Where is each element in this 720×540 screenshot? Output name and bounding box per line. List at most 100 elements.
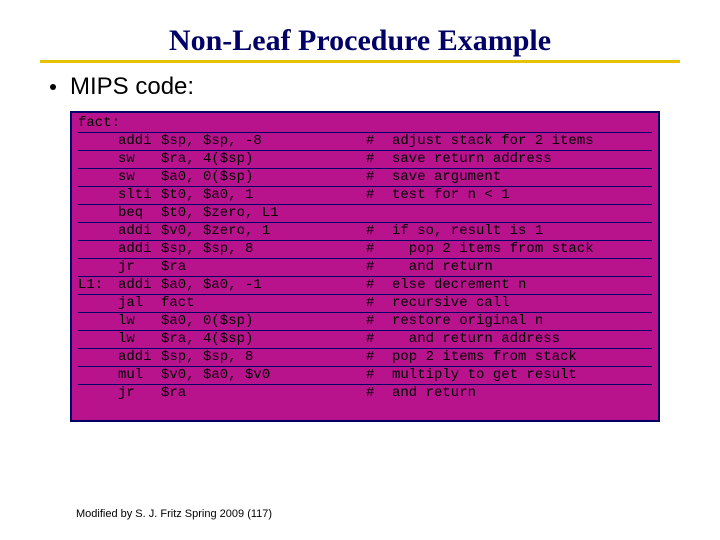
code-line: addi$sp, $sp, 8#pop 2 items from stack — [78, 349, 652, 367]
comment-hash: # — [306, 133, 386, 150]
code-args: $t0, $zero, L1 — [161, 205, 306, 222]
code-args: $sp, $sp, 8 — [161, 349, 306, 366]
code-comment — [386, 115, 652, 132]
code-label — [78, 223, 118, 240]
code-comment: and return address — [386, 331, 652, 348]
code-line: L1:addi$a0, $a0, -1#else decrement n — [78, 277, 652, 295]
code-op: addi — [118, 223, 161, 240]
code-line: addi$sp, $sp, 8# pop 2 items from stack — [78, 241, 652, 259]
code-args: $t0, $a0, 1 — [161, 187, 306, 204]
code-args: $a0, 0($sp) — [161, 169, 306, 186]
code-label: fact: — [78, 115, 118, 132]
code-label — [78, 205, 118, 222]
code-line: fact: — [78, 115, 652, 133]
code-comment: adjust stack for 2 items — [386, 133, 652, 150]
code-label: L1: — [78, 277, 118, 294]
code-line: jr$ra#and return — [78, 385, 652, 402]
code-line: addi$sp, $sp, -8#adjust stack for 2 item… — [78, 133, 652, 151]
code-label — [78, 151, 118, 168]
code-op: addi — [118, 133, 161, 150]
code-comment: restore original n — [386, 313, 652, 330]
code-comment: save argument — [386, 169, 652, 186]
code-line: sw$ra, 4($sp)#save return address — [78, 151, 652, 169]
code-label — [78, 331, 118, 348]
code-comment: test for n < 1 — [386, 187, 652, 204]
code-label — [78, 133, 118, 150]
slide-title: Non-Leaf Procedure Example — [40, 24, 680, 58]
code-label — [78, 385, 118, 402]
code-args: fact — [161, 295, 306, 312]
code-line: jr$ra# and return — [78, 259, 652, 277]
code-comment: recursive call — [386, 295, 652, 312]
code-op: jal — [118, 295, 161, 312]
code-label — [78, 169, 118, 186]
code-op: slti — [118, 187, 161, 204]
code-args: $v0, $a0, $v0 — [161, 367, 306, 384]
comment-hash: # — [306, 151, 386, 168]
title-underline — [40, 60, 680, 63]
code-op: jr — [118, 259, 161, 276]
code-op — [118, 115, 161, 132]
comment-hash: # — [306, 277, 386, 294]
bullet-dot-icon — [50, 84, 56, 90]
comment-hash — [306, 115, 386, 132]
footer-text: Modified by S. J. Fritz Spring 2009 (117… — [76, 508, 272, 520]
code-args: $v0, $zero, 1 — [161, 223, 306, 240]
code-op: mul — [118, 367, 161, 384]
code-args: $ra — [161, 385, 306, 402]
code-args: $sp, $sp, -8 — [161, 133, 306, 150]
code-line: addi$v0, $zero, 1#if so, result is 1 — [78, 223, 652, 241]
code-label — [78, 187, 118, 204]
code-op: beq — [118, 205, 161, 222]
comment-hash: # — [306, 349, 386, 366]
code-args: $ra — [161, 259, 306, 276]
code-comment: pop 2 items from stack — [386, 241, 652, 258]
code-label — [78, 313, 118, 330]
code-line: lw$a0, 0($sp)#restore original n — [78, 313, 652, 331]
code-args: $sp, $sp, 8 — [161, 241, 306, 258]
comment-hash: # — [306, 313, 386, 330]
comment-hash: # — [306, 241, 386, 258]
code-comment: multiply to get result — [386, 367, 652, 384]
code-comment: save return address — [386, 151, 652, 168]
code-line: mul$v0, $a0, $v0#multiply to get result — [78, 367, 652, 385]
comment-hash: # — [306, 331, 386, 348]
comment-hash: # — [306, 295, 386, 312]
code-op: addi — [118, 277, 161, 294]
code-args: $a0, 0($sp) — [161, 313, 306, 330]
bullet-text: MIPS code: — [70, 73, 194, 101]
code-comment: and return — [386, 259, 652, 276]
code-op: sw — [118, 151, 161, 168]
bullet-item: MIPS code: — [50, 73, 680, 101]
code-op: jr — [118, 385, 161, 402]
code-line: slti$t0, $a0, 1#test for n < 1 — [78, 187, 652, 205]
comment-hash: # — [306, 187, 386, 204]
code-label — [78, 241, 118, 258]
code-comment: pop 2 items from stack — [386, 349, 652, 366]
code-label — [78, 295, 118, 312]
code-comment — [386, 205, 652, 222]
code-block: fact:addi$sp, $sp, -8#adjust stack for 2… — [70, 111, 660, 422]
code-args: $ra, 4($sp) — [161, 331, 306, 348]
comment-hash: # — [306, 385, 386, 402]
code-comment: if so, result is 1 — [386, 223, 652, 240]
comment-hash: # — [306, 223, 386, 240]
code-label — [78, 259, 118, 276]
code-op: sw — [118, 169, 161, 186]
code-label — [78, 367, 118, 384]
code-comment: else decrement n — [386, 277, 652, 294]
code-args: $a0, $a0, -1 — [161, 277, 306, 294]
code-line: sw$a0, 0($sp)#save argument — [78, 169, 652, 187]
code-op: lw — [118, 331, 161, 348]
comment-hash: # — [306, 367, 386, 384]
code-comment: and return — [386, 385, 652, 402]
code-op: addi — [118, 349, 161, 366]
code-label — [78, 349, 118, 366]
comment-hash — [306, 205, 386, 222]
code-line: jalfact#recursive call — [78, 295, 652, 313]
comment-hash: # — [306, 259, 386, 276]
code-op: addi — [118, 241, 161, 258]
comment-hash: # — [306, 169, 386, 186]
slide: Non-Leaf Procedure Example MIPS code: fa… — [0, 0, 720, 540]
code-line: lw$ra, 4($sp)# and return address — [78, 331, 652, 349]
